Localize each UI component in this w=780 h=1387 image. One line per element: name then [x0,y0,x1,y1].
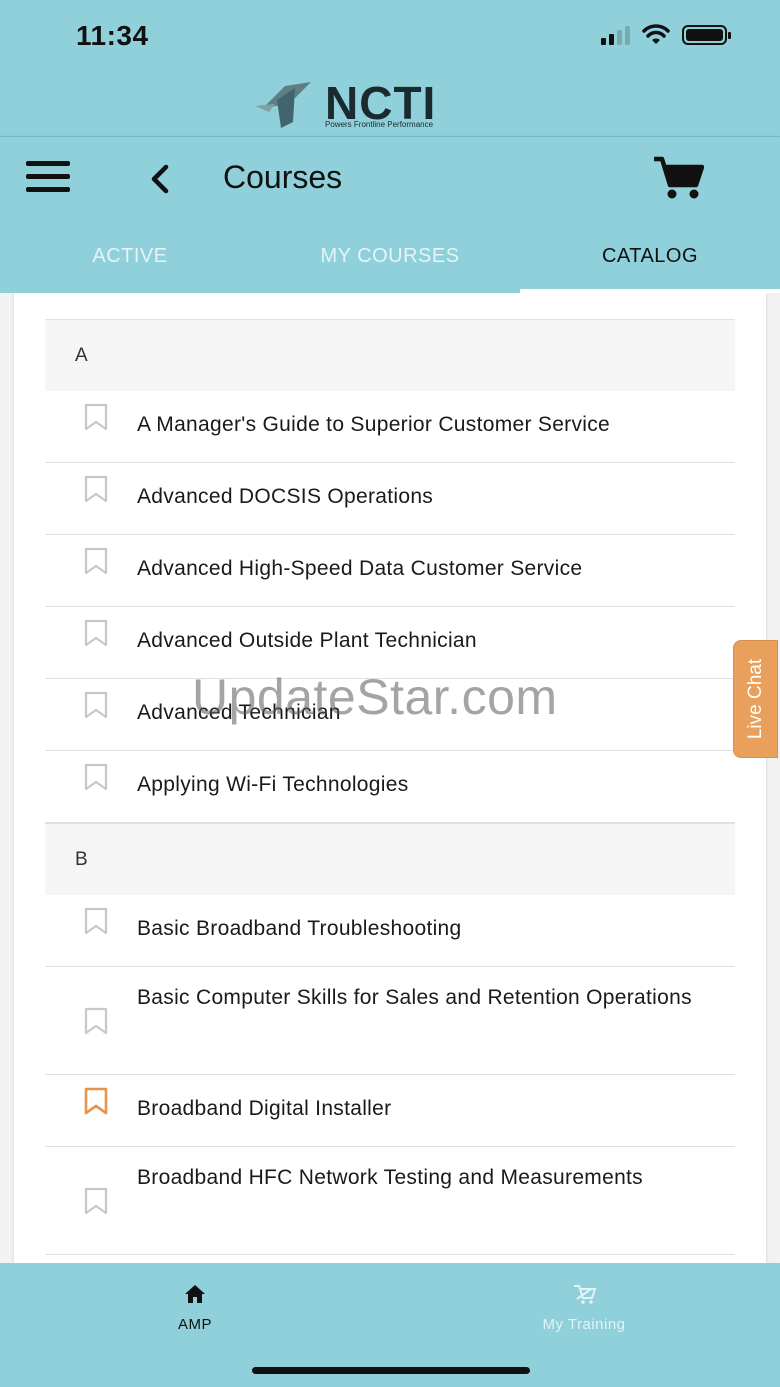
app-header: Courses ACTIVE MY COURSES CATALOG [0,137,780,293]
nav-amp-label: AMP [177,1316,212,1333]
bookmark-filled-icon[interactable] [83,1087,109,1115]
nav-my-training-label: My Training [542,1316,626,1333]
bookmark-icon[interactable] [83,763,109,791]
course-title: Basic Computer Skills for Sales and Rete… [137,986,692,1009]
course-title: Advanced DOCSIS Operations [137,485,434,508]
list-item[interactable]: Advanced DOCSIS Operations [45,463,735,535]
course-title: Broadband HFC Network Testing and Measur… [137,1166,643,1189]
course-title: Advanced High-Speed Data Customer Servic… [137,557,583,580]
hamburger-menu-button[interactable] [26,161,70,193]
course-title: Advanced Technician [137,701,341,724]
brand-tagline: Powers Frontline Performance [325,120,434,129]
course-title: A Manager's Guide to Superior Customer S… [137,413,611,436]
bookmark-icon[interactable] [83,691,109,719]
list-item[interactable]: Basic Broadband Troubleshooting [45,895,735,967]
training-icon [574,1285,597,1304]
catalog-content[interactable]: A A Manager's Guide to Superior Customer… [0,293,780,1263]
live-chat-button[interactable]: Live Chat [733,640,778,758]
list-item[interactable]: Broadband HFC Network Testing and Measur… [45,1147,735,1255]
course-title: Basic Broadband Troubleshooting [137,917,462,940]
logo-bar: NCTI Powers Frontline Performance [0,70,780,137]
bookmark-icon[interactable] [83,619,109,647]
course-list: A A Manager's Guide to Superior Customer… [45,319,735,1255]
cellular-signal-icon [601,25,630,45]
list-item[interactable]: A Manager's Guide to Superior Customer S… [45,391,735,463]
bookmark-icon[interactable] [83,1007,109,1035]
tab-active[interactable]: ACTIVE [0,235,260,293]
battery-icon [682,25,731,45]
status-time: 11:34 [76,20,149,51]
bookmark-icon[interactable] [83,475,109,503]
nav-amp[interactable]: AMP [95,1283,295,1333]
tab-my-courses[interactable]: MY COURSES [260,235,520,293]
ncti-logo: NCTI Powers Frontline Performance [255,76,485,132]
bookmark-icon[interactable] [83,547,109,575]
nav-my-training[interactable]: My Training [484,1283,684,1333]
home-indicator[interactable] [252,1367,530,1374]
section-header-b: B [45,823,735,895]
list-item[interactable]: Basic Computer Skills for Sales and Rete… [45,967,735,1075]
course-title: Advanced Outside Plant Technician [137,629,477,652]
live-chat-label: Live Chat [744,658,766,740]
bookmark-icon[interactable] [83,1187,109,1215]
home-icon [185,1285,205,1303]
shopping-cart-icon[interactable] [650,155,704,201]
bookmark-icon[interactable] [83,907,109,935]
section-header-a: A [45,319,735,391]
list-item[interactable]: Applying Wi-Fi Technologies [45,751,735,823]
page-title: Courses [223,159,343,195]
list-item[interactable]: Broadband Digital Installer [45,1075,735,1147]
tab-catalog[interactable]: CATALOG [520,235,780,293]
catalog-card: A A Manager's Guide to Superior Customer… [14,293,766,1263]
status-bar: 11:34 [0,0,780,70]
list-item[interactable]: Advanced Technician [45,679,735,751]
list-item[interactable]: Advanced Outside Plant Technician [45,607,735,679]
course-tabs: ACTIVE MY COURSES CATALOG [0,235,780,293]
list-item[interactable]: Advanced High-Speed Data Customer Servic… [45,535,735,607]
bookmark-icon[interactable] [83,403,109,431]
wifi-icon [642,24,670,44]
course-title: Applying Wi-Fi Technologies [137,773,409,796]
ncti-logo-mark-icon [255,82,311,128]
course-title: Broadband Digital Installer [137,1097,392,1120]
status-icons [601,24,732,46]
back-chevron-icon[interactable] [146,159,176,199]
